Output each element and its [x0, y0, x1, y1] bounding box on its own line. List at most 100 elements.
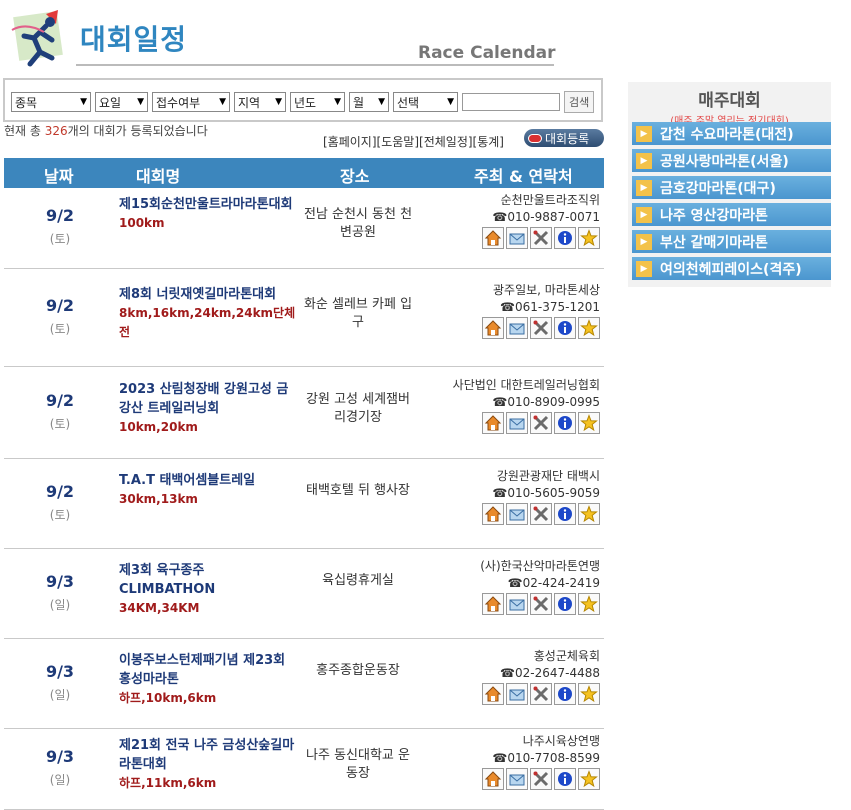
- weekly-race-item[interactable]: ▶ 부산 갈매기마라톤: [632, 230, 831, 253]
- all-schedule-link[interactable]: [전체일정]: [419, 135, 473, 149]
- star-icon[interactable]: [578, 768, 600, 790]
- race-name-link[interactable]: T.A.T 태백어셈블트레일: [119, 471, 297, 490]
- category-select[interactable]: 종목 ▼: [11, 92, 91, 112]
- home-icon[interactable]: [482, 768, 504, 790]
- play-arrow-icon: ▶: [636, 125, 652, 142]
- mail-icon[interactable]: [506, 316, 528, 339]
- race-date: 9/3: [45, 571, 75, 591]
- tools-icon[interactable]: [530, 316, 552, 339]
- info-icon[interactable]: [554, 682, 576, 705]
- race-distance: 30km,13km: [119, 491, 198, 506]
- select-value: 지역: [238, 95, 261, 110]
- table-row: 9/3 (일) 제21회 전국 나주 금성산숲길마라톤대회 하프,11km,6km 나주…: [4, 729, 604, 810]
- star-icon[interactable]: [578, 592, 600, 615]
- info-icon[interactable]: [554, 768, 576, 790]
- chevron-down-icon: ▼: [378, 97, 385, 107]
- weekly-races-panel: 매주대회 (매주 주말 열리는 정기대회) ▶갑천 수요마라톤(대전)▶공원사랑…: [628, 82, 831, 287]
- weekly-race-item[interactable]: ▶ 여의천헤피레이스(격주): [632, 257, 831, 280]
- select-value: 요일: [99, 95, 122, 110]
- race-date-cell: 9/2 (토): [4, 482, 116, 523]
- mail-icon[interactable]: [506, 502, 528, 525]
- race-name-link[interactable]: 제15회순천만울트라마라톤대회: [119, 195, 297, 214]
- race-phone: ☎061-375-1201: [500, 299, 600, 314]
- home-icon[interactable]: [482, 227, 504, 249]
- register-race-button[interactable]: 대회등록: [524, 129, 604, 147]
- info-icon[interactable]: [554, 592, 576, 615]
- mail-icon[interactable]: [506, 411, 528, 434]
- page-header: 대회일정 Race Calendar: [0, 0, 610, 75]
- race-weekday: (토): [49, 321, 71, 336]
- home-icon[interactable]: [482, 316, 504, 339]
- race-weekday: (일): [49, 773, 71, 787]
- weekly-race-item[interactable]: ▶ 공원사랑마라톤(서울): [632, 149, 831, 172]
- record-dot-icon: [528, 133, 542, 143]
- race-place: 홍주종합운동장: [316, 662, 400, 678]
- region-select[interactable]: 지역 ▼: [234, 92, 286, 112]
- tools-icon[interactable]: [530, 768, 552, 790]
- header-divider: [76, 64, 554, 66]
- mail-icon[interactable]: [506, 682, 528, 705]
- race-weekday: (토): [49, 507, 71, 522]
- header-date: 날짜: [44, 167, 74, 186]
- home-icon[interactable]: [482, 502, 504, 525]
- mail-icon[interactable]: [506, 768, 528, 790]
- tools-icon[interactable]: [530, 411, 552, 434]
- star-icon[interactable]: [578, 316, 600, 339]
- race-date: 9/2: [45, 295, 75, 315]
- stats-link[interactable]: [통계]: [473, 135, 504, 149]
- star-icon[interactable]: [578, 502, 600, 525]
- race-date: 9/2: [45, 390, 75, 410]
- race-host: 나주시육상연맹: [522, 734, 600, 748]
- home-icon[interactable]: [482, 411, 504, 434]
- race-name-cell: 제21회 전국 나주 금성산숲길마라톤대회 하프,11km,6km: [119, 736, 297, 793]
- weekly-race-item[interactable]: ▶ 나주 영산강마라톤: [632, 203, 831, 226]
- race-name-link[interactable]: 제3회 육구종주 CLIMBATHON: [119, 561, 297, 599]
- year-select[interactable]: 년도 ▼: [290, 92, 345, 112]
- play-arrow-icon: ▶: [636, 152, 652, 169]
- header-host: 주최 & 연락처: [474, 167, 573, 186]
- tools-icon[interactable]: [530, 502, 552, 525]
- chevron-down-icon: ▼: [219, 97, 226, 107]
- info-icon[interactable]: [554, 502, 576, 525]
- chevron-down-icon: ▼: [80, 97, 87, 107]
- mail-icon[interactable]: [506, 592, 528, 615]
- search-form: 종목 ▼ 요일 ▼ 접수여부 ▼ 지역 ▼ 년도 ▼ 월 ▼ 선택 ▼ 검색: [3, 78, 603, 122]
- star-icon[interactable]: [578, 682, 600, 705]
- tools-icon[interactable]: [530, 592, 552, 615]
- count-prefix: 현재 총: [4, 124, 45, 138]
- home-icon[interactable]: [482, 592, 504, 615]
- weekly-race-item[interactable]: ▶ 갑천 수요마라톤(대전): [632, 122, 831, 145]
- search-button[interactable]: 검색: [564, 91, 595, 113]
- month-select[interactable]: 월 ▼: [349, 92, 389, 112]
- race-name-link[interactable]: 이봉주보스턴제패기념 제23회 홍성마라톤: [119, 651, 297, 689]
- race-name-link[interactable]: 제21회 전국 나주 금성산숲길마라톤대회: [119, 736, 297, 774]
- race-action-icons: [482, 682, 600, 705]
- info-icon[interactable]: [554, 411, 576, 434]
- weekly-race-item[interactable]: ▶ 금호강마라톤(대구): [632, 176, 831, 199]
- choice-select[interactable]: 선택 ▼: [393, 92, 458, 112]
- help-link[interactable]: [도움말]: [377, 135, 419, 149]
- tools-icon[interactable]: [530, 682, 552, 705]
- info-icon[interactable]: [554, 316, 576, 339]
- race-host-cell: 순천만울트라조직위 ☎010-9887-0071: [410, 192, 600, 226]
- info-icon[interactable]: [554, 227, 576, 249]
- home-icon[interactable]: [482, 682, 504, 705]
- race-name-link[interactable]: 2023 산림청장배 강원고성 금강산 트레일러닝회: [119, 380, 297, 418]
- race-action-icons: [482, 316, 600, 339]
- table-row: 9/2 (토) 제15회순천만울트라마라톤대회 100km 전남 순천시 동천 천변공원…: [4, 188, 604, 269]
- sidebar-title: 매주대회: [698, 91, 761, 111]
- mail-icon[interactable]: [506, 227, 528, 249]
- star-icon[interactable]: [578, 227, 600, 249]
- race-date: 9/2: [45, 206, 75, 225]
- race-date-cell: 9/3 (일): [4, 747, 116, 788]
- page-title: 대회일정: [80, 23, 188, 56]
- table-row: 9/2 (토) 제8회 너릿재옛길마라톤대회 8km,16km,24km,24km단체…: [4, 269, 604, 367]
- race-name-link[interactable]: 제8회 너릿재옛길마라톤대회: [119, 285, 297, 304]
- tools-icon[interactable]: [530, 227, 552, 249]
- race-place: 태백호텔 뒤 행사장: [306, 482, 410, 498]
- star-icon[interactable]: [578, 411, 600, 434]
- registration-select[interactable]: 접수여부 ▼: [152, 92, 230, 112]
- keyword-input[interactable]: [462, 93, 560, 111]
- weekday-select[interactable]: 요일 ▼: [95, 92, 148, 112]
- home-link[interactable]: [홈페이지]: [323, 135, 377, 149]
